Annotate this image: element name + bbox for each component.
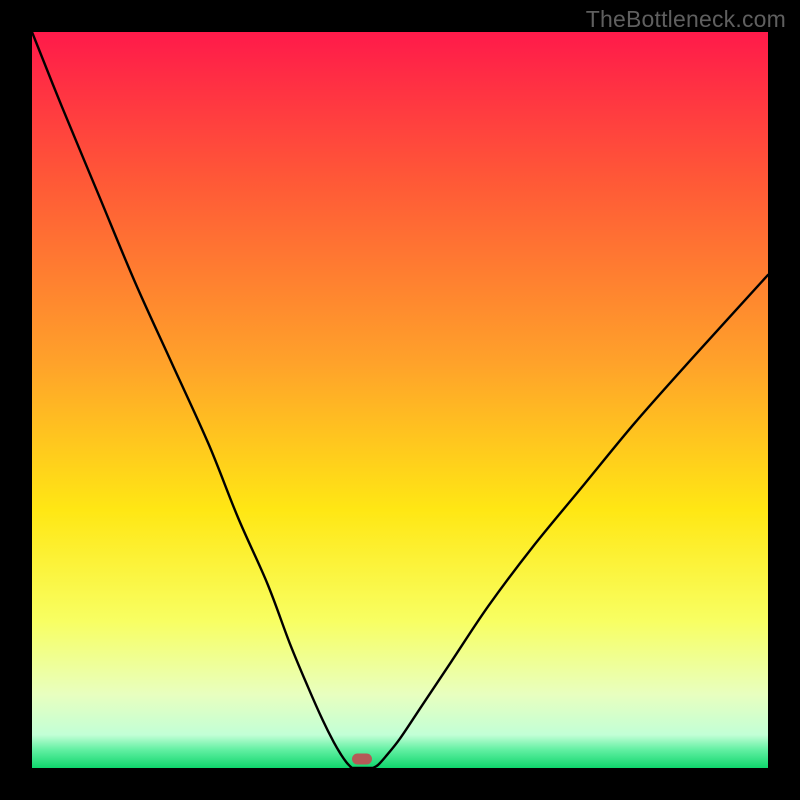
bottleneck-curve — [32, 32, 768, 768]
chart-frame: TheBottleneck.com — [0, 0, 800, 800]
optimum-marker — [352, 754, 372, 765]
plot-area — [32, 32, 768, 768]
watermark-text: TheBottleneck.com — [586, 6, 786, 33]
